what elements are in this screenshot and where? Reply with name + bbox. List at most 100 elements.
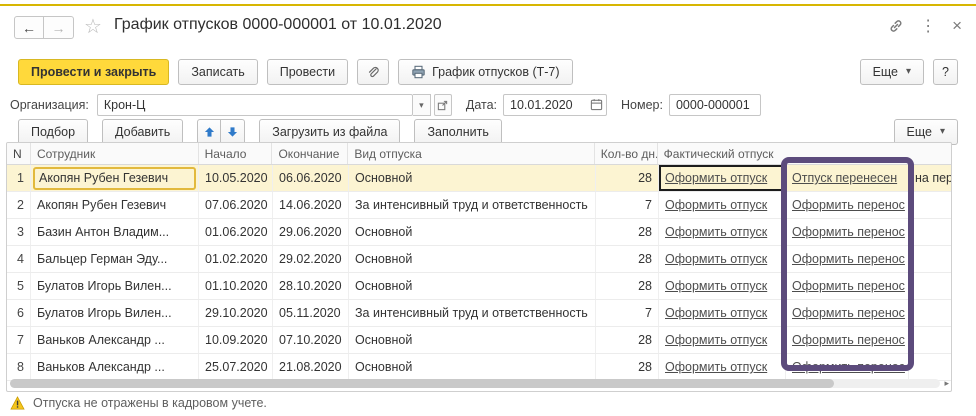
transfer-link[interactable]: Оформить перенос (792, 198, 905, 212)
type-cell[interactable]: Основной (349, 246, 596, 272)
calendar-icon[interactable] (590, 98, 603, 111)
days-cell[interactable]: 28 (596, 246, 659, 272)
table-row[interactable]: 6 Булатов Игорь Вилен... 29.10.2020 05.1… (7, 300, 951, 327)
employee-cell[interactable]: Булатов Игорь Вилен... (31, 273, 199, 299)
table-row[interactable]: 1 Акопян Рубен Гезевич 10.05.2020 06.06.… (7, 165, 951, 192)
move-up-button[interactable] (197, 119, 221, 145)
table-row[interactable]: 7 Ваньков Александр ... 10.09.2020 07.10… (7, 327, 951, 354)
start-cell[interactable]: 01.02.2020 (199, 246, 273, 272)
organization-open-button[interactable] (434, 94, 452, 116)
type-cell[interactable]: Основной (349, 354, 596, 380)
start-cell[interactable]: 25.07.2020 (199, 354, 273, 380)
col-header-end[interactable]: Окончание (272, 143, 348, 164)
end-cell[interactable]: 21.08.2020 (273, 354, 349, 380)
make-vacation-link[interactable]: Оформить отпуск (665, 333, 767, 347)
end-cell[interactable]: 29.02.2020 (273, 246, 349, 272)
back-button[interactable]: ← (14, 16, 44, 39)
arrow-up-icon (204, 126, 215, 138)
table-row[interactable]: 5 Булатов Игорь Вилен... 01.10.2020 28.1… (7, 273, 951, 300)
col-header-start[interactable]: Начало (199, 143, 273, 164)
table-row[interactable]: 3 Базин Антон Владим... 01.06.2020 29.06… (7, 219, 951, 246)
transfer-link[interactable]: Оформить перенос (792, 252, 905, 266)
save-button[interactable]: Записать (178, 59, 257, 85)
days-cell[interactable]: 7 (596, 192, 659, 218)
days-cell[interactable]: 7 (596, 300, 659, 326)
make-vacation-link[interactable]: Оформить отпуск (665, 198, 767, 212)
start-cell[interactable]: 10.05.2020 (199, 165, 273, 191)
pick-button[interactable]: Подбор (18, 119, 88, 145)
table-row[interactable]: 4 Бальцер Герман Эду... 01.02.2020 29.02… (7, 246, 951, 273)
days-cell[interactable]: 28 (596, 273, 659, 299)
load-from-file-button[interactable]: Загрузить из файла (259, 119, 400, 145)
post-button[interactable]: Провести (267, 59, 348, 85)
start-cell[interactable]: 07.06.2020 (199, 192, 273, 218)
table-row[interactable]: 8 Ваньков Александр ... 25.07.2020 21.08… (7, 354, 951, 381)
type-cell[interactable]: Основной (349, 273, 596, 299)
make-vacation-cell: Оформить отпуск (659, 246, 786, 272)
transfer-link[interactable]: Оформить перенос (792, 306, 905, 320)
help-button[interactable]: ? (933, 59, 958, 85)
make-vacation-link[interactable]: Оформить отпуск (665, 279, 767, 293)
add-button[interactable]: Добавить (102, 119, 183, 145)
make-vacation-link[interactable]: Оформить отпуск (665, 225, 767, 239)
organization-dropdown-button[interactable]: ▾ (413, 94, 431, 116)
transfer-link[interactable]: Оформить перенос (792, 279, 905, 293)
post-and-close-button[interactable]: Провести и закрыть (18, 59, 169, 85)
col-header-fact[interactable]: Фактический отпуск (658, 143, 951, 164)
type-cell[interactable]: Основной (349, 219, 596, 245)
more-menu-icon[interactable]: ⋮ (920, 16, 936, 36)
start-cell[interactable]: 29.10.2020 (199, 300, 273, 326)
close-icon[interactable]: × (952, 16, 962, 36)
move-down-button[interactable] (221, 119, 245, 145)
type-cell[interactable]: Основной (349, 327, 596, 353)
end-cell[interactable]: 14.06.2020 (273, 192, 349, 218)
days-cell[interactable]: 28 (596, 327, 659, 353)
transfer-link[interactable]: Оформить перенос (792, 360, 905, 374)
end-cell[interactable]: 05.11.2020 (273, 300, 349, 326)
print-t7-button[interactable]: График отпусков (Т-7) (398, 59, 572, 85)
employee-cell[interactable]: Ваньков Александр ... (31, 327, 199, 353)
type-cell[interactable]: За интенсивный труд и ответственность (349, 192, 596, 218)
make-vacation-link[interactable]: Оформить отпуск (665, 306, 767, 320)
transfer-link[interactable]: Оформить перенос (792, 225, 905, 239)
col-header-days[interactable]: Кол-во дн. (595, 143, 658, 164)
type-cell[interactable]: Основной (349, 165, 596, 191)
days-cell[interactable]: 28 (596, 219, 659, 245)
organization-input[interactable] (97, 94, 413, 116)
days-cell[interactable]: 28 (596, 354, 659, 380)
transfer-link[interactable]: Оформить перенос (792, 333, 905, 347)
table-more-button[interactable]: Еще ▾ (894, 119, 958, 145)
favorite-star-icon[interactable]: ☆ (84, 14, 102, 39)
get-link-icon[interactable] (888, 18, 904, 34)
make-vacation-link[interactable]: Оформить отпуск (665, 171, 767, 185)
employee-cell[interactable]: Базин Антон Владим... (31, 219, 199, 245)
employee-cell[interactable]: Бальцер Герман Эду... (31, 246, 199, 272)
more-actions-button[interactable]: Еще ▾ (860, 59, 924, 85)
transfer-link[interactable]: Отпуск перенесен (792, 171, 897, 185)
number-input[interactable] (669, 94, 761, 116)
days-cell[interactable]: 28 (596, 165, 659, 191)
start-cell[interactable]: 01.10.2020 (199, 273, 273, 299)
make-vacation-link[interactable]: Оформить отпуск (665, 252, 767, 266)
table-row[interactable]: 2 Акопян Рубен Гезевич 07.06.2020 14.06.… (7, 192, 951, 219)
employee-cell[interactable]: Ваньков Александр ... (31, 354, 199, 380)
start-cell[interactable]: 10.09.2020 (199, 327, 273, 353)
end-cell[interactable]: 06.06.2020 (273, 165, 349, 191)
col-header-n[interactable]: N (7, 143, 31, 164)
scroll-right-icon[interactable]: ▸ (944, 378, 949, 389)
make-vacation-link[interactable]: Оформить отпуск (665, 360, 767, 374)
scrollbar-thumb[interactable] (10, 379, 834, 388)
employee-cell[interactable]: Акопян Рубен Гезевич (31, 192, 199, 218)
fill-button[interactable]: Заполнить (414, 119, 501, 145)
end-cell[interactable]: 07.10.2020 (273, 327, 349, 353)
end-cell[interactable]: 29.06.2020 (273, 219, 349, 245)
col-header-type[interactable]: Вид отпуска (348, 143, 594, 164)
employee-cell[interactable]: Булатов Игорь Вилен... (31, 300, 199, 326)
type-cell[interactable]: За интенсивный труд и ответственность (349, 300, 596, 326)
end-cell[interactable]: 28.10.2020 (273, 273, 349, 299)
start-cell[interactable]: 01.06.2020 (199, 219, 273, 245)
employee-cell[interactable]: Акопян Рубен Гезевич (31, 165, 199, 191)
attachments-button[interactable] (357, 59, 389, 85)
col-header-employee[interactable]: Сотрудник (31, 143, 199, 164)
forward-button[interactable]: → (44, 16, 74, 39)
